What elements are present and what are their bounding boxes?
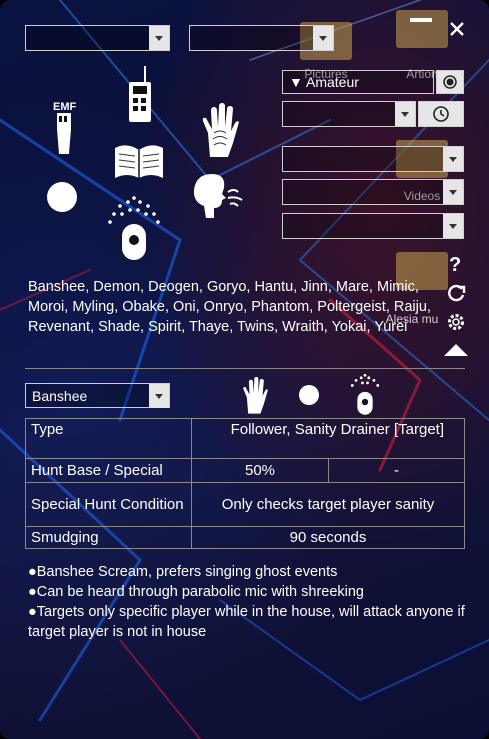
type-value: Follower, Sanity Drainer [Target]: [191, 418, 465, 459]
chevron-down-icon: [443, 147, 463, 171]
svg-text:?: ?: [449, 254, 461, 275]
collapse-icon[interactable]: [443, 343, 469, 357]
close-icon[interactable]: [449, 21, 465, 37]
dots-projector-icon: [350, 374, 380, 415]
chevron-down-icon: [395, 102, 415, 126]
difficulty-marker: ▼: [289, 74, 303, 90]
chevron-down-icon: [149, 384, 169, 408]
hunt-special-value: -: [328, 458, 465, 483]
note-item: ●Targets only specific player while in t…: [28, 604, 465, 640]
condition-label: Special Hunt Condition: [25, 482, 192, 527]
difficulty-dropdown[interactable]: ▼ Amateur: [282, 70, 434, 94]
evidence-dropdown-1[interactable]: [282, 146, 464, 172]
timer-button[interactable]: [418, 101, 464, 127]
minimize-icon[interactable]: [410, 18, 432, 22]
record-icon: [443, 75, 457, 89]
fingerprint-icon[interactable]: [200, 103, 240, 159]
divider: [25, 368, 465, 369]
table-row: Type Follower, Sanity Drainer [Target]: [25, 418, 465, 459]
table-row: Special Hunt Condition Only checks targe…: [25, 482, 465, 527]
svg-text:EMF: EMF: [53, 101, 77, 113]
table-row: Hunt Base / Special 50% -: [25, 458, 465, 483]
hunt-label: Hunt Base / Special: [25, 458, 192, 483]
help-icon[interactable]: ?: [449, 253, 463, 275]
chevron-down-icon: [443, 214, 463, 238]
type-label: Type: [25, 418, 192, 459]
ghost-details-table: Type Follower, Sanity Drainer [Target] H…: [25, 418, 465, 549]
filter-dropdown-2[interactable]: [189, 25, 334, 51]
ghost-select-value: Banshee: [32, 388, 88, 404]
ghost-writing-icon[interactable]: [113, 142, 165, 182]
record-button[interactable]: [436, 70, 464, 94]
table-row: Smudging 90 seconds: [25, 526, 465, 549]
ghost-orb-icon: [299, 385, 319, 405]
ghost-journal-window: Pictures Artion Videos Alesia mu ▼ Amate…: [0, 0, 489, 739]
ghost-notes: ●Banshee Scream, prefers singing ghost e…: [28, 562, 468, 642]
difficulty-text: Amateur: [305, 74, 359, 90]
chevron-down-icon: [149, 26, 169, 50]
fingerprint-icon: [243, 377, 268, 414]
artion-folder-icon: [396, 10, 448, 48]
reset-icon[interactable]: [446, 283, 466, 303]
ghost-select-dropdown[interactable]: Banshee: [25, 383, 170, 408]
condition-value: Only checks target player sanity: [191, 482, 465, 527]
filter-dropdown-1[interactable]: [25, 25, 170, 51]
chevron-down-icon: [443, 180, 463, 204]
emf-icon[interactable]: EMF: [50, 98, 80, 156]
smudging-value: 90 seconds: [191, 526, 465, 549]
difficulty-value: ▼ Amateur: [289, 74, 359, 90]
ghost-orb-icon[interactable]: [45, 180, 79, 214]
note-item: ●Can be heard through parabolic mic with…: [28, 584, 364, 600]
chevron-down-icon: [313, 26, 333, 50]
dots-projector-icon[interactable]: [106, 196, 162, 262]
freezing-breath-icon[interactable]: [190, 172, 246, 220]
smudging-label: Smudging: [25, 526, 192, 549]
clock-icon: [433, 106, 449, 122]
possible-ghosts-list: Banshee, Demon, Deogen, Goryo, Hantu, Ji…: [28, 279, 431, 335]
timer-dropdown[interactable]: [282, 101, 416, 127]
spirit-box-icon[interactable]: [125, 64, 155, 124]
evidence-dropdown-2[interactable]: [282, 179, 464, 205]
hunt-base-value: 50%: [191, 458, 329, 483]
evidence-dropdown-3[interactable]: [282, 213, 464, 239]
settings-icon[interactable]: [446, 312, 466, 332]
note-item: ●Banshee Scream, prefers singing ghost e…: [28, 564, 338, 580]
